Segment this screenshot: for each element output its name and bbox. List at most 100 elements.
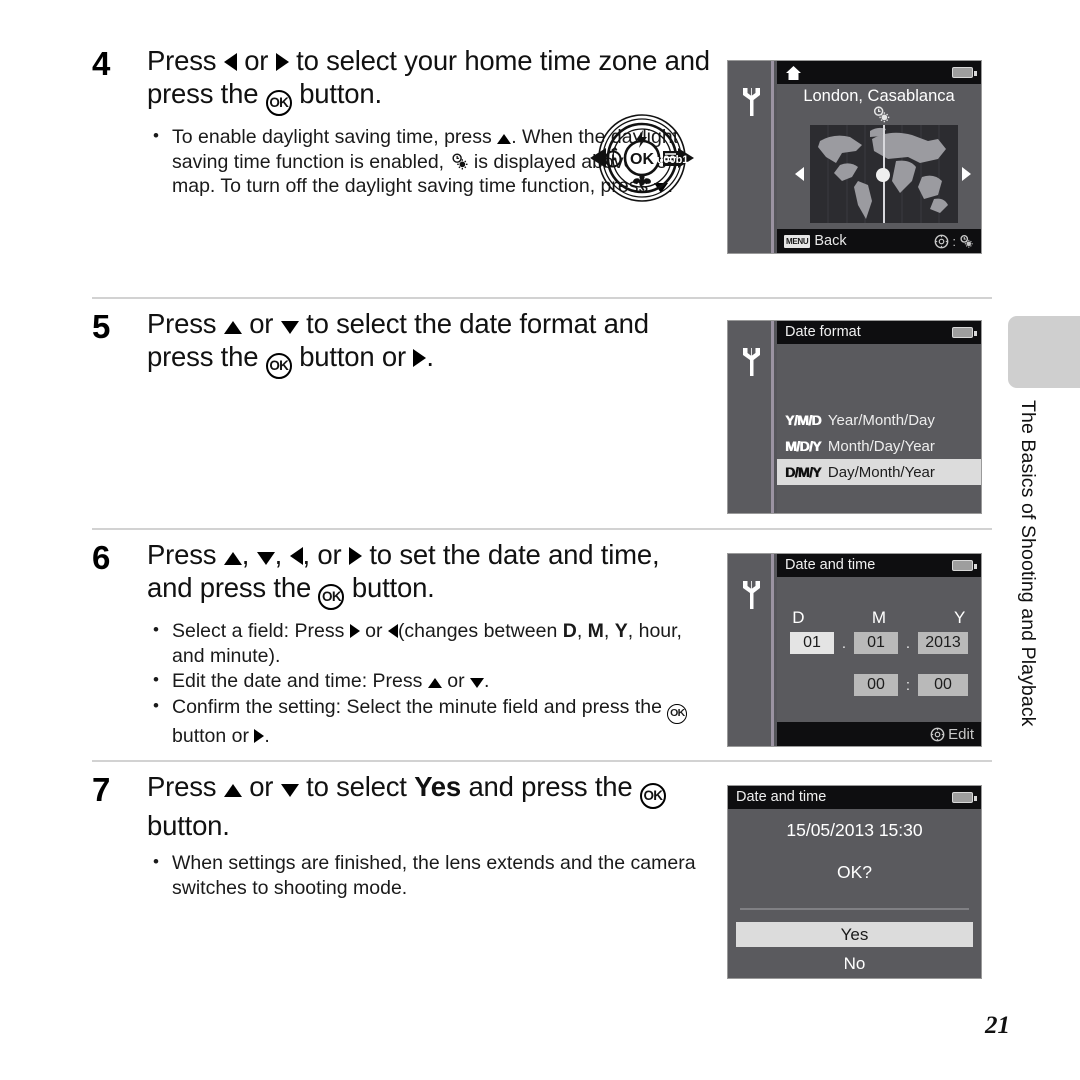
- menu-chip: MENU: [784, 234, 811, 248]
- edit-label[interactable]: Edit: [948, 726, 974, 743]
- list-item: Confirm the setting: Select the minute f…: [147, 694, 712, 749]
- selected-city: London, Casablanca: [803, 87, 955, 105]
- right-arrow-icon: [348, 547, 362, 565]
- multi-selector-diagram: OK \u00b1: [562, 112, 722, 204]
- screen-date-format: Date format Y/M/D Year/Month/Day M/D/Y M…: [727, 320, 982, 514]
- month-label: M: [871, 608, 887, 627]
- ok-button-icon: OK: [667, 703, 688, 724]
- option-code: D/M/Y: [785, 464, 821, 480]
- battery-icon: [952, 67, 977, 78]
- hour-field[interactable]: 00: [854, 674, 898, 696]
- time-fields: 00 : 00: [777, 674, 981, 696]
- down-arrow-icon: [256, 552, 275, 565]
- step-6-bullets: Select a field: Press or (changes betwee…: [147, 618, 712, 749]
- date-format-option-ymd[interactable]: Y/M/D Year/Month/Day: [777, 407, 981, 433]
- step-7-bullets: When settings are finished, the lens ext…: [147, 850, 712, 900]
- section-divider: [92, 760, 992, 762]
- section-divider: [92, 528, 992, 530]
- screen-bottombar: MENU Back :: [777, 229, 981, 253]
- step-4-heading: Press or to select your home time zone a…: [147, 44, 712, 116]
- option-code: Y/M/D: [785, 412, 821, 428]
- screen-titlebar: [777, 61, 981, 84]
- screen-confirm-date-time: Date and time 15/05/2013 15:30 OK? Yes N…: [727, 785, 982, 979]
- screen-titlebar: Date and time: [777, 554, 981, 577]
- confirm-yes-option[interactable]: Yes: [736, 922, 973, 947]
- back-label[interactable]: Back: [814, 233, 846, 249]
- right-arrow-icon: [349, 624, 360, 638]
- down-arrow-icon: [280, 784, 299, 797]
- setup-menu-sidebar: [728, 61, 774, 253]
- year-field[interactable]: 2013: [918, 632, 968, 654]
- left-arrow-icon: [223, 53, 237, 71]
- option-code: M/D/Y: [785, 438, 821, 454]
- wrench-icon: [742, 348, 760, 376]
- option-label: Month/Day/Year: [827, 437, 935, 455]
- minute-field[interactable]: 00: [918, 674, 968, 696]
- step-6-heading: Press , , , or to set the date and time,…: [147, 538, 712, 610]
- option-label: Year/Month/Day: [827, 411, 935, 429]
- date-format-option-mdy[interactable]: M/D/Y Month/Day/Year: [777, 433, 981, 459]
- screen-content: Date and time 15/05/2013 15:30 OK? Yes N…: [728, 786, 981, 978]
- screen-titlebar: Date format: [777, 321, 981, 344]
- right-arrow-icon: [275, 53, 289, 71]
- dst-hint-separator: :: [952, 233, 956, 249]
- down-arrow-icon: [470, 678, 484, 688]
- ok-button-icon: OK: [318, 584, 345, 610]
- multi-selector-icon: [930, 727, 945, 741]
- up-arrow-icon: [223, 552, 242, 565]
- wrench-icon: [742, 581, 760, 609]
- month-field[interactable]: 01: [854, 632, 898, 654]
- manual-page: The Basics of Shooting and Playback 4 Pr…: [0, 0, 1080, 1080]
- setup-menu-sidebar: [728, 554, 774, 746]
- confirm-no-option[interactable]: No: [736, 951, 973, 976]
- ok-button-icon: OK: [265, 353, 292, 379]
- date-format-list: Y/M/D Year/Month/Day M/D/Y Month/Day/Yea…: [777, 407, 981, 485]
- list-item: Select a field: Press or (changes betwee…: [147, 618, 712, 668]
- up-arrow-icon: [497, 134, 512, 144]
- date-separator: .: [841, 634, 847, 652]
- screen-home-time-zone: London, Casablanca MENU Back:: [727, 60, 982, 254]
- step-7-heading: Press or to select Yes and press the OK …: [147, 770, 712, 842]
- date-field-labels: D M Y: [777, 608, 981, 628]
- daylight-saving-icon: [960, 234, 973, 248]
- step-4-number: 4: [92, 45, 111, 82]
- dst-hint: :: [934, 234, 974, 249]
- battery-icon: [952, 327, 977, 338]
- up-arrow-icon: [223, 784, 242, 797]
- ok-button-icon: OK: [639, 783, 666, 809]
- screen-title: Date format: [785, 324, 861, 340]
- daylight-saving-icon: [451, 152, 467, 169]
- svg-text:\u00b1: \u00b1: [654, 154, 689, 166]
- battery-icon: [952, 560, 977, 571]
- step-5-number: 5: [92, 308, 111, 345]
- macro-icon: [633, 173, 651, 191]
- day-field[interactable]: 01: [790, 632, 834, 654]
- battery-icon: [952, 792, 977, 803]
- confirm-question: OK?: [836, 862, 873, 882]
- step-5-heading: Press or to select the date format and p…: [147, 307, 712, 379]
- next-zone-arrow-icon[interactable]: [962, 167, 971, 181]
- list-item: Edit the date and time: Press or .: [147, 668, 712, 694]
- screen-content: Date format Y/M/D Year/Month/Day M/D/Y M…: [777, 321, 981, 513]
- up-arrow-icon: [223, 321, 242, 334]
- date-separator: .: [905, 634, 911, 652]
- home-icon: [786, 65, 801, 80]
- up-arrow-icon: [427, 678, 442, 688]
- screen-bottombar: Edit: [777, 722, 981, 746]
- right-arrow-icon: [413, 349, 427, 367]
- chapter-tab: [1008, 316, 1080, 388]
- prev-zone-arrow-icon[interactable]: [795, 167, 804, 181]
- time-separator: :: [905, 676, 911, 694]
- screen-content: Date and time D M Y 01 . 01 . 2013 00 :: [777, 554, 981, 746]
- daylight-saving-icon: [873, 106, 890, 123]
- ok-button-icon: OK: [265, 90, 292, 116]
- wrench-icon: [742, 88, 760, 116]
- date-format-option-dmy[interactable]: D/M/Y Day/Month/Year: [777, 459, 981, 485]
- world-map: [810, 125, 958, 223]
- divider: [740, 908, 969, 910]
- screen-titlebar: Date and time: [728, 786, 981, 809]
- left-arrow-icon: [289, 547, 303, 565]
- step-7-number: 7: [92, 771, 111, 808]
- screen-title: Date and time: [736, 789, 827, 805]
- page-number: 21: [985, 1012, 1010, 1039]
